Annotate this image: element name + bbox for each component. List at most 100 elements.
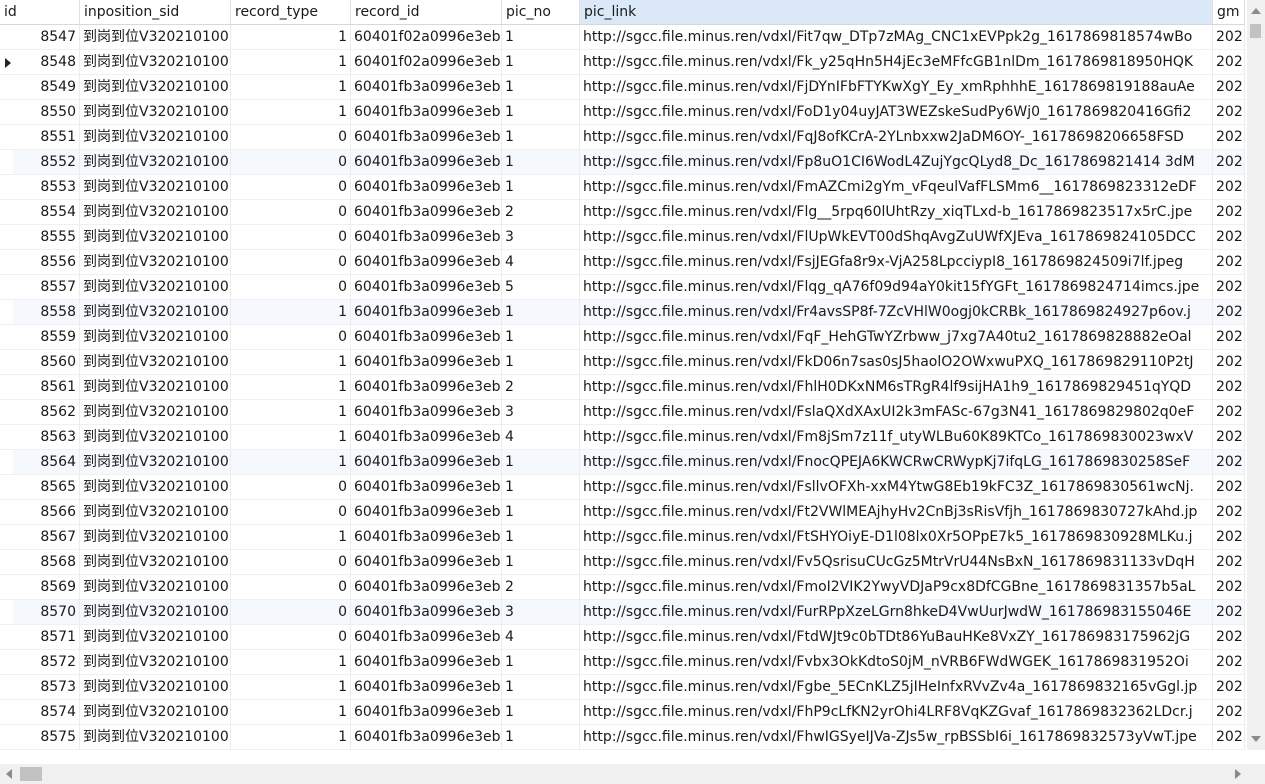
cell-inposition-sid[interactable]: 到岗到位V320210100 xyxy=(80,700,231,725)
cell-record-type[interactable]: 1 xyxy=(231,25,351,50)
table-row[interactable]: 8566 到岗到位V320210100 0 60401fb3a0996e3eb 1 htt… xyxy=(0,500,1245,525)
cell-gm[interactable]: 202 xyxy=(1213,450,1245,475)
row-marker[interactable] xyxy=(0,200,13,225)
cell-inposition-sid[interactable]: 到岗到位V320210100 xyxy=(80,325,231,350)
cell-pic-no[interactable]: 3 xyxy=(502,400,580,425)
table-row[interactable]: 8563 到岗到位V320210100 1 60401fb3a0996e3eb 4 htt… xyxy=(0,425,1245,450)
row-marker[interactable] xyxy=(0,725,13,750)
cell-record-id[interactable]: 60401fb3a0996e3eb xyxy=(351,725,502,750)
cell-gm[interactable]: 202 xyxy=(1213,350,1245,375)
row-marker[interactable] xyxy=(0,375,13,400)
cell-pic-no[interactable]: 2 xyxy=(502,375,580,400)
cell-record-type[interactable]: 0 xyxy=(231,575,351,600)
cell-gm[interactable]: 202 xyxy=(1213,400,1245,425)
cell-pic-link[interactable]: http://sgcc.file.minus.ren/vdxl/Fm8jSm7z… xyxy=(580,425,1213,450)
cell-id[interactable]: 8553 xyxy=(13,175,80,200)
cell-pic-no[interactable]: 1 xyxy=(502,75,580,100)
row-marker[interactable] xyxy=(0,325,13,350)
cell-pic-link[interactable]: http://sgcc.file.minus.ren/vdxl/FurRPpXz… xyxy=(580,600,1213,625)
cell-id[interactable]: 8548 xyxy=(13,50,80,75)
cell-pic-no[interactable]: 1 xyxy=(502,450,580,475)
cell-id[interactable]: 8573 xyxy=(13,675,80,700)
cell-id[interactable]: 8572 xyxy=(13,650,80,675)
cell-record-type[interactable]: 1 xyxy=(231,100,351,125)
cell-id[interactable]: 8566 xyxy=(13,500,80,525)
cell-gm[interactable]: 202 xyxy=(1213,200,1245,225)
cell-record-type[interactable]: 1 xyxy=(231,450,351,475)
cell-id[interactable]: 8575 xyxy=(13,725,80,750)
cell-id[interactable]: 8569 xyxy=(13,575,80,600)
row-marker[interactable] xyxy=(0,600,13,625)
cell-record-id[interactable]: 60401fb3a0996e3eb xyxy=(351,125,502,150)
table-row[interactable]: 8547 到岗到位V320210100 1 60401f02a0996e3eb 1 htt… xyxy=(0,25,1245,50)
table-row[interactable]: 8564 到岗到位V320210100 1 60401fb3a0996e3eb 1 htt… xyxy=(0,450,1245,475)
cell-record-id[interactable]: 60401fb3a0996e3eb xyxy=(351,500,502,525)
row-marker[interactable] xyxy=(0,50,13,75)
cell-record-id[interactable]: 60401fb3a0996e3eb xyxy=(351,350,502,375)
cell-record-id[interactable]: 60401fb3a0996e3eb xyxy=(351,275,502,300)
cell-pic-link[interactable]: http://sgcc.file.minus.ren/vdxl/Fr4avsSP… xyxy=(580,300,1213,325)
cell-pic-link[interactable]: http://sgcc.file.minus.ren/vdxl/Flg__5rp… xyxy=(580,200,1213,225)
table-row[interactable]: 8552 到岗到位V320210100 0 60401fb3a0996e3eb 1 htt… xyxy=(0,150,1245,175)
cell-inposition-sid[interactable]: 到岗到位V320210100 xyxy=(80,275,231,300)
cell-pic-link[interactable]: http://sgcc.file.minus.ren/vdxl/FtdWJt9c… xyxy=(580,625,1213,650)
vertical-scrollbar[interactable] xyxy=(1247,0,1265,750)
cell-pic-no[interactable]: 1 xyxy=(502,125,580,150)
cell-record-id[interactable]: 60401fb3a0996e3eb xyxy=(351,75,502,100)
column-header-record-id[interactable]: record_id xyxy=(351,0,502,25)
cell-id[interactable]: 8555 xyxy=(13,225,80,250)
cell-pic-no[interactable]: 1 xyxy=(502,700,580,725)
cell-record-type[interactable]: 1 xyxy=(231,300,351,325)
table-row[interactable]: 8565 到岗到位V320210100 0 60401fb3a0996e3eb 1 htt… xyxy=(0,475,1245,500)
row-marker[interactable] xyxy=(0,525,13,550)
cell-inposition-sid[interactable]: 到岗到位V320210100 xyxy=(80,625,231,650)
cell-id[interactable]: 8557 xyxy=(13,275,80,300)
cell-record-id[interactable]: 60401fb3a0996e3eb xyxy=(351,675,502,700)
cell-pic-no[interactable]: 1 xyxy=(502,725,580,750)
cell-pic-no[interactable]: 1 xyxy=(502,475,580,500)
cell-inposition-sid[interactable]: 到岗到位V320210100 xyxy=(80,600,231,625)
cell-pic-link[interactable]: http://sgcc.file.minus.ren/vdxl/FslaQXdX… xyxy=(580,400,1213,425)
cell-record-type[interactable]: 0 xyxy=(231,500,351,525)
cell-id[interactable]: 8551 xyxy=(13,125,80,150)
cell-pic-no[interactable]: 1 xyxy=(502,500,580,525)
cell-pic-link[interactable]: http://sgcc.file.minus.ren/vdxl/FqF_HehG… xyxy=(580,325,1213,350)
cell-gm[interactable]: 202 xyxy=(1213,475,1245,500)
cell-record-type[interactable]: 1 xyxy=(231,75,351,100)
cell-inposition-sid[interactable]: 到岗到位V320210100 xyxy=(80,500,231,525)
cell-record-id[interactable]: 60401f02a0996e3eb xyxy=(351,25,502,50)
cell-inposition-sid[interactable]: 到岗到位V320210100 xyxy=(80,375,231,400)
row-marker[interactable] xyxy=(0,150,13,175)
cell-pic-link[interactable]: http://sgcc.file.minus.ren/vdxl/FjDYnIFb… xyxy=(580,75,1213,100)
cell-pic-link[interactable]: http://sgcc.file.minus.ren/vdxl/FtSHYOiy… xyxy=(580,525,1213,550)
cell-gm[interactable]: 202 xyxy=(1213,375,1245,400)
cell-record-id[interactable]: 60401fb3a0996e3eb xyxy=(351,600,502,625)
cell-pic-link[interactable]: http://sgcc.file.minus.ren/vdxl/FhP9cLfK… xyxy=(580,700,1213,725)
cell-record-type[interactable]: 0 xyxy=(231,475,351,500)
table-row[interactable]: 8574 到岗到位V320210100 1 60401fb3a0996e3eb 1 htt… xyxy=(0,700,1245,725)
cell-gm[interactable]: 202 xyxy=(1213,100,1245,125)
cell-gm[interactable]: 202 xyxy=(1213,50,1245,75)
row-marker[interactable] xyxy=(0,225,13,250)
cell-pic-link[interactable]: http://sgcc.file.minus.ren/vdxl/FsllvOFX… xyxy=(580,475,1213,500)
cell-gm[interactable]: 202 xyxy=(1213,550,1245,575)
cell-gm[interactable]: 202 xyxy=(1213,600,1245,625)
table-row[interactable]: 8553 到岗到位V320210100 0 60401fb3a0996e3eb 1 htt… xyxy=(0,175,1245,200)
cell-inposition-sid[interactable]: 到岗到位V320210100 xyxy=(80,400,231,425)
cell-id[interactable]: 8556 xyxy=(13,250,80,275)
cell-id[interactable]: 8568 xyxy=(13,550,80,575)
row-marker[interactable] xyxy=(0,550,13,575)
cell-record-id[interactable]: 60401fb3a0996e3eb xyxy=(351,100,502,125)
row-marker[interactable] xyxy=(0,350,13,375)
cell-inposition-sid[interactable]: 到岗到位V320210100 xyxy=(80,575,231,600)
cell-record-id[interactable]: 60401fb3a0996e3eb xyxy=(351,300,502,325)
cell-id[interactable]: 8547 xyxy=(13,25,80,50)
data-grid[interactable]: id inposition_sid record_type record_id … xyxy=(0,0,1247,750)
cell-gm[interactable]: 202 xyxy=(1213,525,1245,550)
cell-id[interactable]: 8549 xyxy=(13,75,80,100)
cell-record-type[interactable]: 1 xyxy=(231,675,351,700)
horizontal-scrollbar[interactable] xyxy=(0,764,1247,784)
cell-pic-no[interactable]: 1 xyxy=(502,300,580,325)
cell-pic-no[interactable]: 3 xyxy=(502,225,580,250)
cell-pic-no[interactable]: 1 xyxy=(502,50,580,75)
